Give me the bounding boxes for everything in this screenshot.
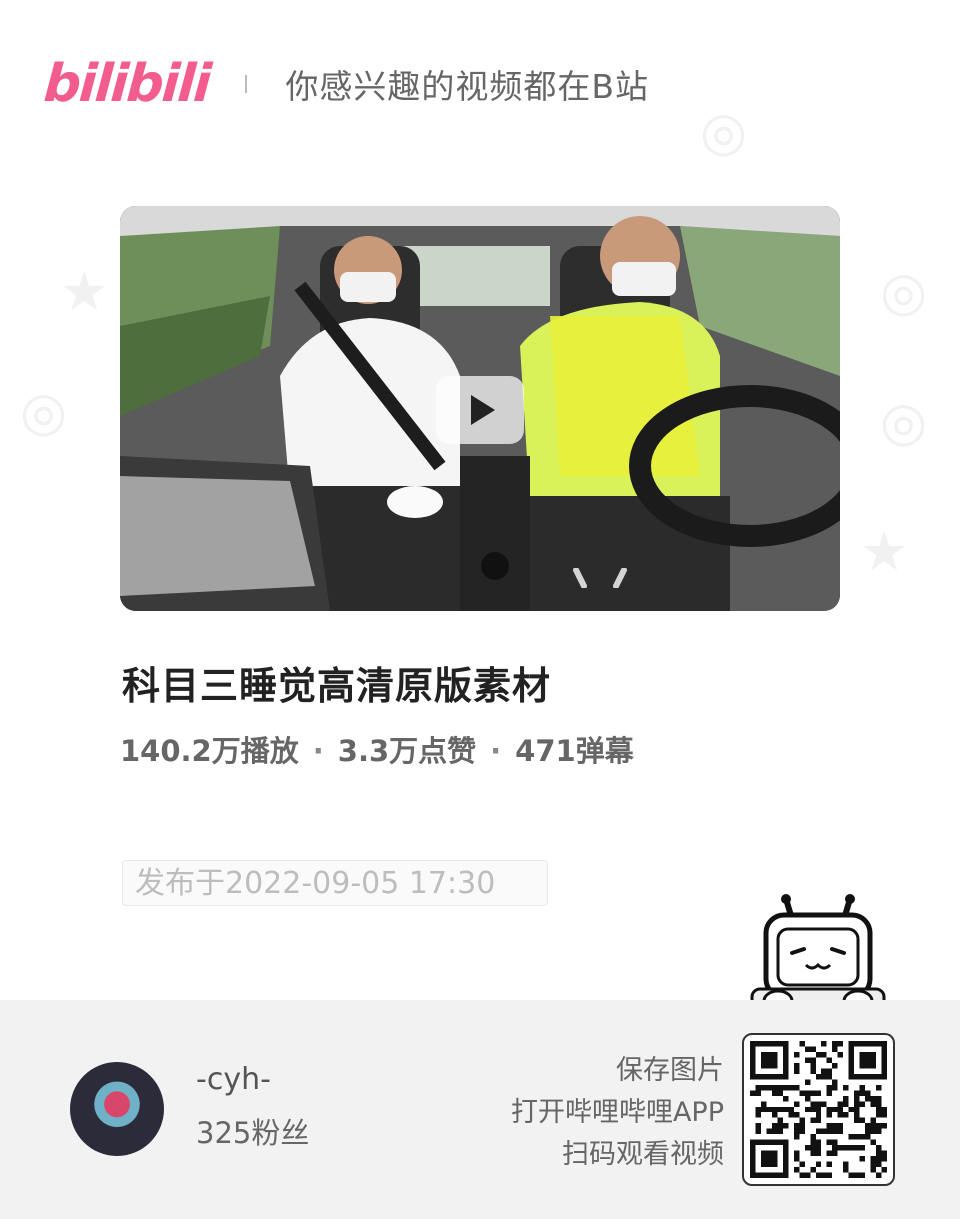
play-count: 140.2万播放 [120, 734, 299, 768]
video-stats: 140.2万播放 · 3.3万点赞 · 471弹幕 [120, 728, 634, 770]
tv-mascot-icon [750, 894, 886, 1013]
hint-save-image: 保存图片 [616, 1055, 724, 1086]
uploader-avatar[interactable] [70, 1062, 164, 1156]
background-doodle: ◎ [880, 390, 928, 453]
stats-separator: · [490, 734, 502, 768]
background-doodle: ◎ [700, 100, 748, 163]
play-button[interactable] [436, 376, 524, 444]
danmaku-count: 471弹幕 [515, 734, 634, 768]
qr-code-pattern [750, 1041, 887, 1178]
background-doodle: ★ [60, 260, 109, 323]
header: bilibili 你感兴趣的视频都在B站 [41, 44, 650, 124]
background-doodle: ★ [860, 520, 909, 583]
uploader-fans: 325粉丝 [196, 1116, 310, 1150]
header-divider [245, 75, 248, 93]
background-doodle: ◎ [20, 380, 68, 443]
play-ears-icon [573, 568, 627, 588]
publish-time: 发布于2022-09-05 17:30 [122, 860, 548, 906]
like-count: 3.3万点赞 [337, 734, 477, 768]
hint-open-app: 打开哔哩哔哩APP [510, 1097, 724, 1128]
stats-separator: · [312, 734, 324, 768]
bilibili-logo: bilibili [41, 54, 212, 114]
background-doodle: ◎ [880, 260, 928, 323]
share-footer: -cyh- 325粉丝 保存图片 打开哔哩哔哩APP 扫码观看视频 [0, 1000, 960, 1219]
hint-scan-code: 扫码观看视频 [562, 1139, 724, 1170]
qr-code [742, 1033, 895, 1186]
header-slogan: 你感兴趣的视频都在B站 [285, 67, 650, 106]
play-icon [471, 395, 495, 425]
share-hint: 保存图片 打开哔哩哔哩APP 扫码观看视频 [511, 1050, 724, 1176]
video-title: 科目三睡觉高清原版素材 [122, 664, 552, 708]
uploader-name[interactable]: -cyh- [196, 1062, 271, 1097]
